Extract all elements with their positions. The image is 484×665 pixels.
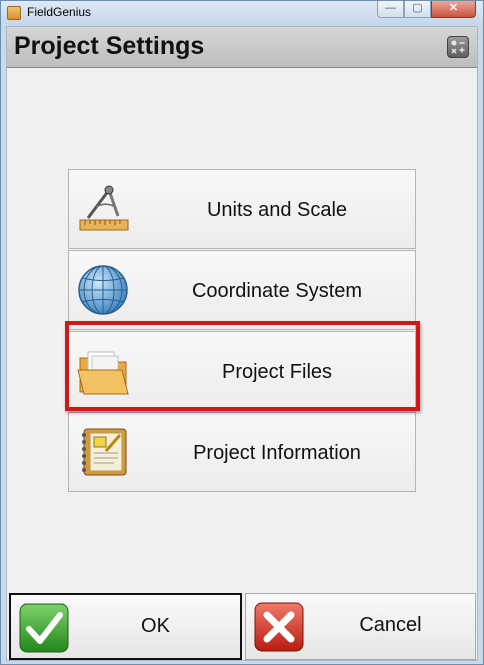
window-title: FieldGenius xyxy=(27,5,92,19)
green-checkmark-icon xyxy=(19,603,69,653)
globe-icon xyxy=(76,263,132,319)
maximize-button[interactable]: ▢ xyxy=(404,1,431,18)
app-window: FieldGenius — ▢ ✕ Project Settings Units… xyxy=(0,0,484,665)
red-x-icon xyxy=(254,602,304,652)
client-area: Project Settings Units and Scale Coordin… xyxy=(6,26,478,661)
settings-menu: Units and Scale Coordinate System Projec… xyxy=(7,68,477,593)
project-information-label: Project Information xyxy=(193,442,361,464)
folder-icon xyxy=(76,344,132,400)
coordinate-system-button[interactable]: Coordinate System xyxy=(68,250,416,330)
page-header: Project Settings xyxy=(7,27,477,68)
drafting-compass-icon xyxy=(76,182,132,238)
ok-button[interactable]: OK xyxy=(9,593,242,660)
page-title: Project Settings xyxy=(14,32,205,60)
coordinate-system-label: Coordinate System xyxy=(191,280,363,302)
cancel-label: Cancel xyxy=(359,614,422,636)
project-files-button[interactable]: Project Files xyxy=(68,331,416,411)
app-icon xyxy=(7,6,21,20)
dialog-footer: OK Cancel xyxy=(7,593,477,660)
title-bar[interactable]: FieldGenius — ▢ ✕ xyxy=(1,1,483,25)
cancel-button[interactable]: Cancel xyxy=(245,593,476,660)
calculator-icon[interactable] xyxy=(447,36,469,58)
ok-label: OK xyxy=(141,615,170,637)
units-and-scale-button[interactable]: Units and Scale xyxy=(68,169,416,249)
project-files-label: Project Files xyxy=(221,361,333,383)
minimize-button[interactable]: — xyxy=(377,1,404,18)
units-and-scale-label: Units and Scale xyxy=(206,199,348,221)
notebook-icon xyxy=(76,425,132,481)
close-button[interactable]: ✕ xyxy=(431,1,476,18)
project-information-button[interactable]: Project Information xyxy=(68,412,416,492)
